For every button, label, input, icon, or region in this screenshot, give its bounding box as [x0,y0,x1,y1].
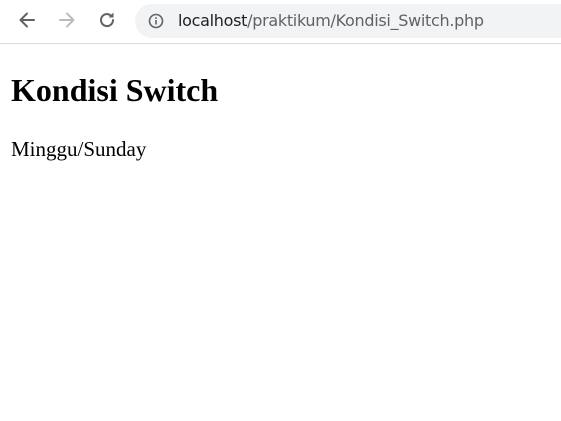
reload-button[interactable] [93,6,121,34]
url-host: localhost [178,11,248,30]
address-bar[interactable]: localhost/praktikum/Kondisi_Switch.php [135,4,561,38]
url-path: /praktikum/Kondisi_Switch.php [247,11,484,30]
info-circle-icon[interactable] [148,13,164,29]
page-title: Kondisi Switch [11,72,219,108]
url-text[interactable]: localhost/praktikum/Kondisi_Switch.php [178,4,484,38]
output-text: Minggu/Sunday [11,137,147,161]
forward-button[interactable] [53,6,81,34]
arrow-right-icon [59,12,75,28]
page-content: Kondisi Switch Minggu/Sunday [0,45,561,421]
back-button[interactable] [13,6,41,34]
browser-toolbar: localhost/praktikum/Kondisi_Switch.php [0,0,561,44]
reload-icon [100,12,115,28]
arrow-left-icon [19,12,35,28]
